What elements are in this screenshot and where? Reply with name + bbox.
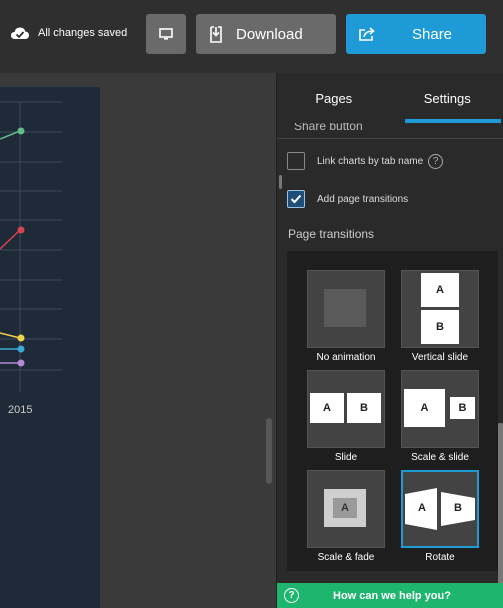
chart-preview[interactable]: 2015 bbox=[0, 87, 100, 608]
vertical-slide-icon: A B bbox=[401, 270, 479, 348]
page-transitions-label: Add page transitions bbox=[317, 193, 409, 205]
transition-no-animation[interactable]: No animation bbox=[307, 270, 385, 363]
help-text: How can we help you? bbox=[333, 589, 451, 602]
transition-scale-slide[interactable]: A B Scale & slide bbox=[401, 370, 479, 463]
no-animation-icon bbox=[307, 270, 385, 348]
top-toolbar: All changes saved Download Share bbox=[0, 0, 503, 73]
question-icon[interactable]: ? bbox=[428, 153, 444, 169]
transition-label: Scale & slide bbox=[411, 452, 469, 463]
transition-label: Slide bbox=[334, 452, 358, 463]
link-charts-label: Link charts by tab name bbox=[317, 155, 424, 167]
transition-grid: No animation A B Vertical slide A B Slid… bbox=[287, 251, 498, 571]
transition-label: Rotate bbox=[425, 552, 455, 563]
share-button[interactable]: Share bbox=[346, 14, 486, 54]
card-b: B bbox=[454, 502, 462, 514]
data-point bbox=[17, 334, 25, 342]
transition-scale-fade[interactable]: A Scale & fade bbox=[307, 470, 385, 563]
card-b: B bbox=[450, 397, 475, 419]
page-transitions-checkbox[interactable] bbox=[287, 190, 305, 208]
card-a: A bbox=[404, 389, 445, 427]
download-label: Download bbox=[236, 25, 303, 43]
fade-card-outer: A bbox=[324, 489, 366, 527]
panel-tabs: Pages Settings bbox=[277, 73, 503, 123]
monitor-icon bbox=[159, 28, 173, 40]
divider bbox=[277, 138, 503, 139]
card-a: A bbox=[418, 502, 426, 514]
checkmark-icon bbox=[290, 194, 302, 204]
card-b: B bbox=[347, 393, 381, 423]
panel-scroll-indicator bbox=[279, 175, 282, 189]
link-charts-option[interactable]: Link charts by tab name ? bbox=[287, 152, 444, 170]
data-point bbox=[17, 226, 25, 234]
card-a: A bbox=[333, 498, 357, 518]
cloud-check-icon bbox=[11, 27, 29, 39]
share-label: Share bbox=[412, 25, 453, 43]
preview-button[interactable] bbox=[146, 14, 186, 54]
data-point bbox=[17, 359, 25, 367]
transition-label: Scale & fade bbox=[317, 552, 375, 563]
download-icon bbox=[208, 25, 224, 43]
card-b: B bbox=[421, 310, 459, 344]
editor-canvas: 2015 bbox=[0, 73, 276, 608]
section-title: Page transitions bbox=[288, 227, 375, 241]
share-button-section-label: Share button bbox=[294, 123, 363, 133]
rotate-icon: A B bbox=[401, 470, 479, 548]
help-icon: ? bbox=[284, 588, 299, 603]
transition-label: No animation bbox=[316, 352, 376, 363]
page-transitions-option[interactable]: Add page transitions bbox=[287, 190, 408, 208]
save-status-text: All changes saved bbox=[38, 27, 128, 39]
scale-slide-icon: A B bbox=[401, 370, 479, 448]
save-status: All changes saved bbox=[10, 22, 127, 44]
slide-icon: A B bbox=[307, 370, 385, 448]
panel-resize-handle[interactable] bbox=[266, 418, 272, 484]
data-point bbox=[17, 345, 25, 353]
chart-preview-plot bbox=[0, 101, 62, 392]
help-bar[interactable]: ? How can we help you? bbox=[277, 583, 503, 608]
app-root: All changes saved Download Share 2015 Pa… bbox=[0, 0, 503, 608]
transition-label: Vertical slide bbox=[411, 352, 469, 363]
scale-fade-icon: A bbox=[307, 470, 385, 548]
card-a: A bbox=[421, 273, 459, 307]
x-tick-label: 2015 bbox=[8, 404, 33, 416]
data-point bbox=[17, 127, 25, 135]
transition-vertical-slide[interactable]: A B Vertical slide bbox=[401, 270, 479, 363]
tab-pages[interactable]: Pages bbox=[277, 73, 391, 123]
settings-scroll-area[interactable]: Share button Link charts by tab name ? A… bbox=[277, 123, 503, 583]
settings-panel: Pages Settings Share button Link charts … bbox=[276, 73, 503, 608]
card-a: A bbox=[310, 393, 344, 423]
link-charts-checkbox[interactable] bbox=[287, 152, 305, 170]
tab-settings[interactable]: Settings bbox=[391, 73, 503, 123]
download-button[interactable]: Download bbox=[196, 14, 336, 54]
panel-scrollbar[interactable] bbox=[498, 423, 503, 583]
transition-slide[interactable]: A B Slide bbox=[307, 370, 385, 463]
transition-rotate[interactable]: A B Rotate bbox=[401, 470, 479, 563]
share-icon bbox=[358, 26, 376, 42]
